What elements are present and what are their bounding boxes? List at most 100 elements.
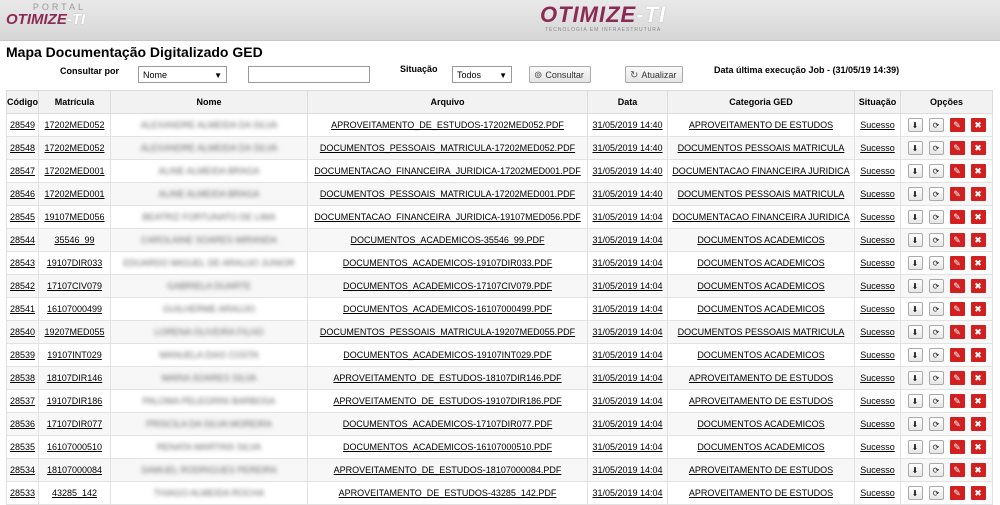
codigo-link[interactable]: 28544 <box>10 235 35 245</box>
codigo-link[interactable]: 28543 <box>10 258 35 268</box>
edit-icon[interactable]: ✎ <box>949 118 965 132</box>
data-link[interactable]: 31/05/2019 14:40 <box>592 189 662 199</box>
codigo-link[interactable]: 28548 <box>10 143 35 153</box>
situacao-link[interactable]: Sucesso <box>860 465 895 475</box>
situacao-link[interactable]: Sucesso <box>860 488 895 498</box>
data-link[interactable]: 31/05/2019 14:04 <box>592 419 662 429</box>
download-icon[interactable]: ⬇ <box>907 141 923 155</box>
delete-icon[interactable]: ✖ <box>970 118 986 132</box>
situacao-select[interactable]: Todos ▼ <box>452 66 512 83</box>
reprocess-icon[interactable]: ⟳ <box>928 371 944 385</box>
codigo-link[interactable]: 28539 <box>10 350 35 360</box>
situacao-link[interactable]: Sucesso <box>860 442 895 452</box>
categoria-link[interactable]: DOCUMENTOS ACADEMICOS <box>697 235 824 245</box>
categoria-link[interactable]: DOCUMENTOS ACADEMICOS <box>697 442 824 452</box>
delete-icon[interactable]: ✖ <box>970 164 986 178</box>
delete-icon[interactable]: ✖ <box>970 463 986 477</box>
situacao-link[interactable]: Sucesso <box>860 166 895 176</box>
arquivo-link[interactable]: DOCUMENTOS_ACADEMICOS-35546_99.PDF <box>351 235 545 245</box>
situacao-link[interactable]: Sucesso <box>860 143 895 153</box>
situacao-link[interactable]: Sucesso <box>860 235 895 245</box>
matricula-link[interactable]: 19107MED056 <box>44 212 104 222</box>
categoria-link[interactable]: APROVEITAMENTO DE ESTUDOS <box>689 488 833 498</box>
data-link[interactable]: 31/05/2019 14:40 <box>592 120 662 130</box>
arquivo-link[interactable]: DOCUMENTACAO_FINANCEIRA_JURIDICA-19107ME… <box>314 212 580 222</box>
download-icon[interactable]: ⬇ <box>907 417 923 431</box>
data-link[interactable]: 31/05/2019 14:40 <box>592 143 662 153</box>
edit-icon[interactable]: ✎ <box>949 279 965 293</box>
delete-icon[interactable]: ✖ <box>970 440 986 454</box>
matricula-link[interactable]: 17107DIR077 <box>47 419 103 429</box>
delete-icon[interactable]: ✖ <box>970 302 986 316</box>
data-link[interactable]: 31/05/2019 14:04 <box>592 373 662 383</box>
edit-icon[interactable]: ✎ <box>949 302 965 316</box>
situacao-link[interactable]: Sucesso <box>860 304 895 314</box>
codigo-link[interactable]: 28538 <box>10 373 35 383</box>
categoria-link[interactable]: DOCUMENTACAO FINANCEIRA JURIDICA <box>672 166 849 176</box>
matricula-link[interactable]: 17202MED052 <box>44 143 104 153</box>
categoria-link[interactable]: APROVEITAMENTO DE ESTUDOS <box>689 465 833 475</box>
situacao-link[interactable]: Sucesso <box>860 327 895 337</box>
situacao-link[interactable]: Sucesso <box>860 258 895 268</box>
download-icon[interactable]: ⬇ <box>907 440 923 454</box>
arquivo-link[interactable]: DOCUMENTOS_PESSOAIS_MATRICULA-17202MED00… <box>320 189 575 199</box>
reprocess-icon[interactable]: ⟳ <box>928 118 944 132</box>
consultar-select[interactable]: Nome ▼ <box>138 66 227 83</box>
edit-icon[interactable]: ✎ <box>949 233 965 247</box>
matricula-link[interactable]: 17107CIV079 <box>47 281 102 291</box>
download-icon[interactable]: ⬇ <box>907 233 923 247</box>
situacao-link[interactable]: Sucesso <box>860 350 895 360</box>
reprocess-icon[interactable]: ⟳ <box>928 164 944 178</box>
arquivo-link[interactable]: APROVEITAMENTO_DE_ESTUDOS-18107DIR146.PD… <box>333 373 561 383</box>
delete-icon[interactable]: ✖ <box>970 348 986 362</box>
codigo-link[interactable]: 28549 <box>10 120 35 130</box>
edit-icon[interactable]: ✎ <box>949 141 965 155</box>
matricula-link[interactable]: 16107000510 <box>47 442 102 452</box>
reprocess-icon[interactable]: ⟳ <box>928 486 944 500</box>
delete-icon[interactable]: ✖ <box>970 187 986 201</box>
download-icon[interactable]: ⬇ <box>907 210 923 224</box>
codigo-link[interactable]: 28546 <box>10 189 35 199</box>
codigo-link[interactable]: 28541 <box>10 304 35 314</box>
download-icon[interactable]: ⬇ <box>907 118 923 132</box>
portal-logo[interactable]: PORTAL OTIMIZE-TI <box>6 2 86 28</box>
col-header-data[interactable]: Data <box>587 90 668 114</box>
codigo-link[interactable]: 28547 <box>10 166 35 176</box>
situacao-link[interactable]: Sucesso <box>860 120 895 130</box>
arquivo-link[interactable]: DOCUMENTOS_ACADEMICOS-16107000510.PDF <box>343 442 552 452</box>
edit-icon[interactable]: ✎ <box>949 256 965 270</box>
reprocess-icon[interactable]: ⟳ <box>928 279 944 293</box>
arquivo-link[interactable]: APROVEITAMENTO_DE_ESTUDOS-17202MED052.PD… <box>331 120 564 130</box>
edit-icon[interactable]: ✎ <box>949 348 965 362</box>
data-link[interactable]: 31/05/2019 14:04 <box>592 442 662 452</box>
delete-icon[interactable]: ✖ <box>970 417 986 431</box>
download-icon[interactable]: ⬇ <box>907 348 923 362</box>
col-header-codigo[interactable]: Código <box>6 90 39 114</box>
categoria-link[interactable]: DOCUMENTACAO FINANCEIRA JURIDICA <box>672 212 849 222</box>
situacao-link[interactable]: Sucesso <box>860 419 895 429</box>
arquivo-link[interactable]: APROVEITAMENTO_DE_ESTUDOS-43285_142.PDF <box>339 488 557 498</box>
download-icon[interactable]: ⬇ <box>907 325 923 339</box>
categoria-link[interactable]: DOCUMENTOS PESSOAIS MATRICULA <box>678 327 845 337</box>
categoria-link[interactable]: DOCUMENTOS ACADEMICOS <box>697 350 824 360</box>
edit-icon[interactable]: ✎ <box>949 210 965 224</box>
codigo-link[interactable]: 28536 <box>10 419 35 429</box>
data-link[interactable]: 31/05/2019 14:04 <box>592 396 662 406</box>
download-icon[interactable]: ⬇ <box>907 463 923 477</box>
arquivo-link[interactable]: DOCUMENTOS_PESSOAIS_MATRICULA-19207MED05… <box>320 327 575 337</box>
edit-icon[interactable]: ✎ <box>949 463 965 477</box>
delete-icon[interactable]: ✖ <box>970 325 986 339</box>
delete-icon[interactable]: ✖ <box>970 141 986 155</box>
arquivo-link[interactable]: DOCUMENTOS_ACADEMICOS-16107000499.PDF <box>343 304 552 314</box>
download-icon[interactable]: ⬇ <box>907 486 923 500</box>
codigo-link[interactable]: 28537 <box>10 396 35 406</box>
matricula-link[interactable]: 43285_142 <box>52 488 97 498</box>
reprocess-icon[interactable]: ⟳ <box>928 417 944 431</box>
data-link[interactable]: 31/05/2019 14:40 <box>592 166 662 176</box>
delete-icon[interactable]: ✖ <box>970 394 986 408</box>
categoria-link[interactable]: APROVEITAMENTO DE ESTUDOS <box>689 120 833 130</box>
matricula-link[interactable]: 17202MED001 <box>44 189 104 199</box>
edit-icon[interactable]: ✎ <box>949 187 965 201</box>
data-link[interactable]: 31/05/2019 14:04 <box>592 258 662 268</box>
arquivo-link[interactable]: APROVEITAMENTO_DE_ESTUDOS-18107000084.PD… <box>334 465 562 475</box>
